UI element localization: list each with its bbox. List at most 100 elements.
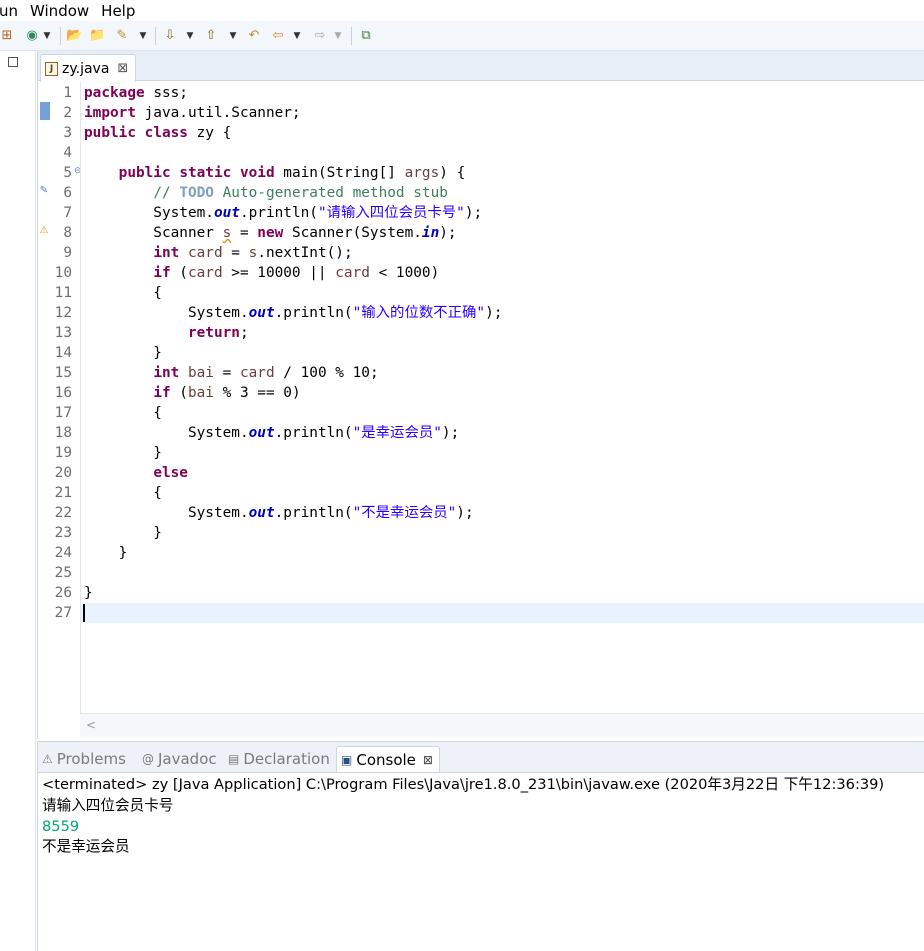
code-line: } <box>84 345 162 361</box>
current-line-highlight <box>81 603 924 623</box>
code-line: import java.util.Scanner; <box>84 105 301 121</box>
menu-bar: un Window Help <box>0 0 924 21</box>
new-package-icon[interactable]: ⊞ <box>0 27 14 45</box>
forward-icon[interactable]: ⇨ <box>312 27 328 45</box>
tab-label: Declaration <box>243 750 330 768</box>
next-annotation-icon[interactable]: ⇩ <box>162 27 178 45</box>
code-line: } <box>84 545 128 561</box>
line-number: 17 <box>54 405 72 421</box>
menu-window[interactable]: Window <box>30 2 96 20</box>
console-output-line: 请输入四位会员卡号 <box>42 797 174 814</box>
tab-javadoc[interactable]: @ Javadoc <box>142 746 217 772</box>
open-resource-icon[interactable]: 📁 <box>89 27 105 45</box>
run-icon[interactable]: ◉ <box>24 27 40 45</box>
line-number: 3 <box>63 125 72 141</box>
tab-console[interactable]: ▣ Console ⊠ <box>336 746 440 772</box>
line-number: 24 <box>54 545 72 561</box>
menu-run[interactable]: un <box>0 2 25 20</box>
code-line: package sss; <box>84 85 188 101</box>
menu-help[interactable]: Help <box>101 2 142 20</box>
line-number: 23 <box>54 525 72 541</box>
code-line: // TODO Auto-generated method stub <box>153 185 448 201</box>
code-line: System.out.println("不是幸运会员"); <box>84 505 474 521</box>
code-text-area[interactable]: package sss; import java.util.Scanner; p… <box>80 81 924 721</box>
forward-dropdown-icon[interactable]: ▼ <box>333 27 343 45</box>
left-trim-stack <box>0 51 36 951</box>
line-number: 10 <box>54 265 72 281</box>
horizontal-scrollbar[interactable]: < <box>80 713 924 737</box>
toolbar-separator <box>351 27 352 45</box>
line-number: 9 <box>63 245 72 261</box>
java-file-icon: J <box>45 61 58 76</box>
tab-label: Console <box>356 750 416 769</box>
back-dropdown-icon[interactable]: ▼ <box>292 27 302 45</box>
code-line: return; <box>187 325 249 341</box>
console-icon: ▣ <box>341 752 353 767</box>
tab-declaration[interactable]: ▤ Declaration <box>228 746 330 772</box>
line-number: 4 <box>63 145 72 161</box>
close-icon[interactable]: ⊠ <box>423 753 433 767</box>
previous-annotation-dropdown-icon[interactable]: ▼ <box>228 27 238 45</box>
console-status: <terminated> zy [Java Application] C:\Pr… <box>42 776 885 793</box>
editor-tab-bar: J zy.java ⊠ <box>38 51 924 82</box>
line-number: 27 <box>54 605 72 621</box>
line-number: 22 <box>54 505 72 521</box>
console-view: ⚠ Problems @ Javadoc ▤ Declaration ▣ Con… <box>37 741 924 951</box>
code-line: else <box>153 465 188 481</box>
line-number: 21 <box>54 485 72 501</box>
line-number: 8 <box>63 225 72 241</box>
open-type-icon[interactable]: 📂 <box>66 27 82 45</box>
line-number: 14 <box>54 345 72 361</box>
code-line: public class zy { <box>84 125 232 141</box>
code-line: System.out.println("输入的位数不正确"); <box>84 305 503 321</box>
close-icon[interactable]: ⊠ <box>117 61 128 76</box>
java-editor: J zy.java ⊠ ✎ ⚠ 1 2 3 4 5 ⊖ 6 7 8 9 10 1… <box>37 51 924 739</box>
code-line: Scanner s = new Scanner(System.in); <box>84 225 457 241</box>
previous-annotation-icon[interactable]: ⇧ <box>203 27 219 45</box>
line-number: 6 <box>63 185 72 201</box>
line-number: 25 <box>54 565 72 581</box>
tab-zy-java[interactable]: J zy.java ⊠ <box>40 54 136 82</box>
line-number: 5 <box>63 165 72 181</box>
line-number: 16 <box>54 385 72 401</box>
view-tab-bar: ⚠ Problems @ Javadoc ▤ Declaration ▣ Con… <box>38 742 924 773</box>
code-line: { <box>84 285 162 301</box>
code-line: System.out.println("请输入四位会员卡号"); <box>84 205 483 221</box>
line-number: 26 <box>54 585 72 601</box>
run-dropdown-icon[interactable]: ▼ <box>42 27 52 45</box>
declaration-icon: ▤ <box>228 752 240 766</box>
line-number: 7 <box>63 205 72 221</box>
search-dropdown-icon[interactable]: ▼ <box>138 27 148 45</box>
code-line: System.out.println("是幸运会员"); <box>84 425 460 441</box>
pin-editor-icon[interactable]: ⧉ <box>358 27 374 45</box>
line-number: 18 <box>54 425 72 441</box>
next-annotation-dropdown-icon[interactable]: ▼ <box>185 27 195 45</box>
restore-icon[interactable] <box>8 57 18 67</box>
code-line: int bai = card / 100 % 10; <box>153 365 379 381</box>
code-line: if (card >= 10000 || card < 1000) <box>153 265 440 281</box>
line-number: 1 <box>63 85 72 101</box>
back-icon[interactable]: ⇦ <box>270 27 286 45</box>
line-number: 20 <box>54 465 72 481</box>
code-line: } <box>84 445 162 461</box>
main-toolbar: ⊞ ◉ ▼ 📂 📁 ✎ ▼ ⇩ ▼ ⇧ ▼ ↶ ⇦ ▼ ⇨ ▼ ⧉ <box>0 21 924 51</box>
line-number-ruler: 1 2 3 4 5 ⊖ 6 7 8 9 10 11 12 13 14 15 16… <box>52 81 82 721</box>
scroll-left-icon[interactable]: < <box>86 718 96 732</box>
tab-label: Problems <box>56 750 126 768</box>
line-number: 13 <box>54 325 72 341</box>
console-output-line: 不是幸运会员 <box>42 838 130 855</box>
line-number: 19 <box>54 445 72 461</box>
eclipse-window: un Window Help ⊞ ◉ ▼ 📂 📁 ✎ ▼ ⇩ ▼ ⇧ ▼ ↶ ⇦… <box>0 0 924 951</box>
code-line: public static void main(String[] args) { <box>118 165 466 181</box>
search-icon[interactable]: ✎ <box>114 27 130 45</box>
line-number: 12 <box>54 305 72 321</box>
tab-problems[interactable]: ⚠ Problems <box>42 746 126 772</box>
tab-label: Javadoc <box>158 750 217 768</box>
code-line: { <box>84 485 162 501</box>
code-line: } <box>84 585 93 601</box>
code-line: } <box>84 525 162 541</box>
last-edit-icon[interactable]: ↶ <box>246 27 262 45</box>
tab-label: zy.java <box>62 60 110 77</box>
code-line: { <box>84 405 162 421</box>
console-input-line: 8559 <box>42 818 80 835</box>
